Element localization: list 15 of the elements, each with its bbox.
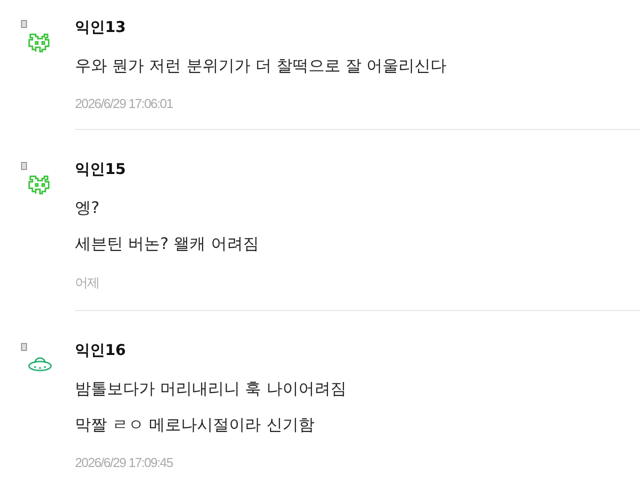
author-name: 익인13 bbox=[75, 17, 127, 38]
comment-text: 엥? bbox=[75, 198, 100, 218]
placeholder-icon bbox=[21, 343, 27, 351]
placeholder-icon bbox=[21, 20, 27, 28]
comment-text: 막짤 ㄹㅇ 메로나시절이라 신기함 bbox=[75, 415, 316, 435]
timestamp: 2026/6/29 17:06:01 bbox=[75, 96, 174, 111]
author-name: 익인16 bbox=[75, 340, 127, 361]
comment-text: 밤톨보다가 머리내리니 훅 나이어려짐 bbox=[75, 379, 348, 399]
comment-text: 세븐틴 버논? 왤캐 어려짐 bbox=[75, 234, 260, 254]
timestamp: 어제 bbox=[75, 274, 100, 292]
author-name: 익인15 bbox=[75, 159, 127, 180]
ufo-icon bbox=[27, 355, 53, 373]
timestamp: 2026/6/29 17:09:45 bbox=[75, 455, 174, 470]
comment-text: 우와 뭔가 저런 분위기가 더 찰떡으로 잘 어울리신다 bbox=[75, 56, 448, 76]
placeholder-icon bbox=[21, 162, 27, 170]
